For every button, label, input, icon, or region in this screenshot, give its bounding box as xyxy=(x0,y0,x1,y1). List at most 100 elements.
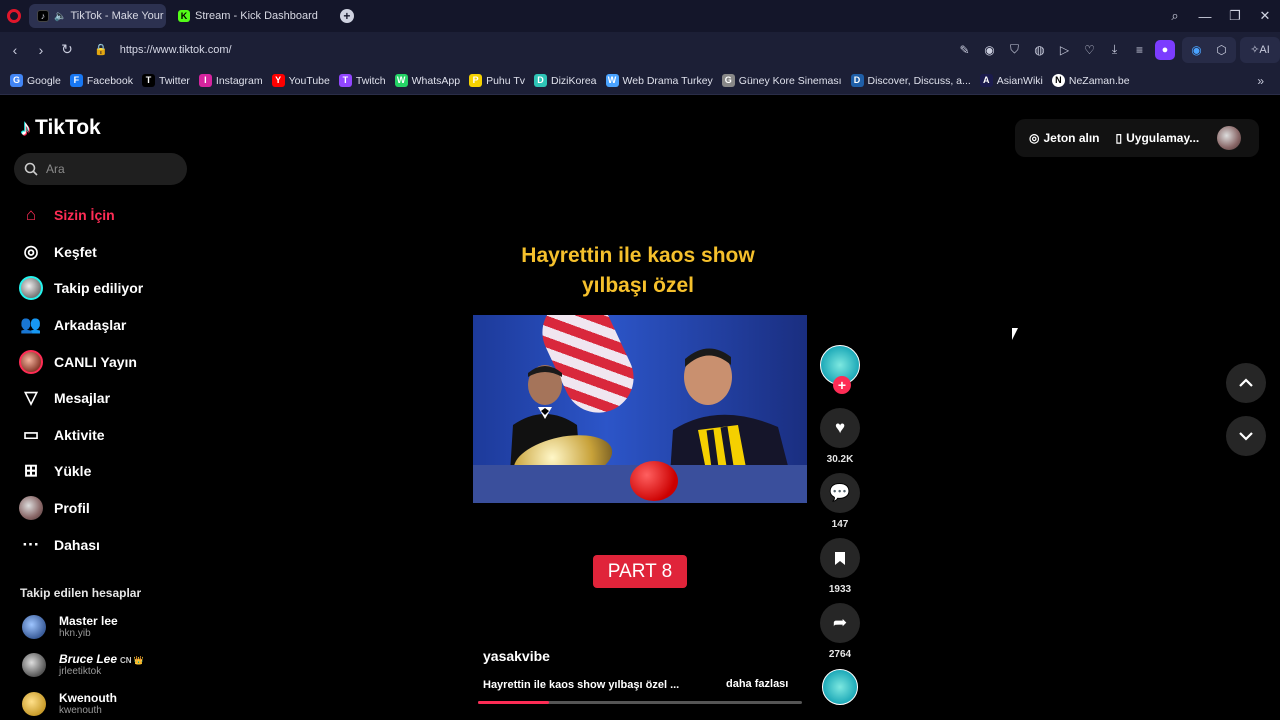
puhutv-icon: P xyxy=(469,74,483,87)
search-input[interactable] xyxy=(46,162,176,176)
bookmark-item[interactable]: T Twitch xyxy=(338,74,386,87)
video-frame[interactable] xyxy=(473,315,807,503)
sidebar-item-friends[interactable]: 👥 Arkadaşlar xyxy=(18,307,208,344)
sidebar-item-send[interactable]: ▽ Mesajlar xyxy=(18,380,208,417)
bookmark-item[interactable]: A AsianWiki xyxy=(979,74,1043,87)
bookmark-item[interactable]: W WhatsApp xyxy=(394,74,460,87)
user-avatar[interactable] xyxy=(1217,126,1242,150)
bookmark-item[interactable]: I Instagram xyxy=(198,74,263,87)
tab-tiktok[interactable]: ♪ 🔈 TikTok - Make Your Da xyxy=(29,4,166,28)
get-app-button[interactable]: ▯ Uygulamay... xyxy=(1116,131,1200,145)
red-balloon xyxy=(630,461,678,501)
tiktok-favicon-icon: ♪ xyxy=(37,10,49,22)
lock-icon[interactable]: 🔒 xyxy=(94,43,108,56)
bookmark-item[interactable]: G Google xyxy=(10,74,61,87)
extensions-group: ◉ ⬡ xyxy=(1182,36,1236,63)
sidebar-item-activity[interactable]: ▭ Aktivite xyxy=(18,417,208,454)
video-progress-fill xyxy=(478,701,550,704)
bookmark-item[interactable]: W Web Drama Turkey xyxy=(605,74,713,87)
save-action[interactable]: 1933 xyxy=(820,538,860,595)
search-tabs-icon[interactable]: ⌕ xyxy=(1160,8,1190,24)
chevron-down-icon xyxy=(1239,432,1253,441)
bookmark-item[interactable]: Y YouTube xyxy=(271,74,330,87)
sidebar-item-upload[interactable]: ⊞ Yükle xyxy=(18,453,208,490)
instagram-icon: I xyxy=(198,74,212,87)
sidebar-item-more[interactable]: ··· Dahası xyxy=(18,526,208,563)
url-field[interactable]: 🔒 https://www.tiktok.com/ xyxy=(94,43,232,57)
heart-icon[interactable]: ♥ xyxy=(820,408,860,448)
bookmark-item[interactable]: D DiziKorea xyxy=(534,74,597,87)
sidebar-item-live[interactable]: CANLI Yayın xyxy=(18,343,208,380)
vpn-icon[interactable]: ◍ xyxy=(1027,43,1052,57)
browser-tab-bar: ♪ 🔈 TikTok - Make Your Da K Stream - Kic… xyxy=(0,0,1280,32)
tiktok-logo[interactable]: ♪ TikTok xyxy=(20,115,101,141)
extensions-icon[interactable]: ⬡ xyxy=(1209,43,1234,57)
share-icon[interactable]: ➦ xyxy=(820,603,860,643)
bookmark-item[interactable]: D Discover, Discuss, a... xyxy=(850,74,971,87)
followed-account[interactable]: Master lee hkn.yib xyxy=(22,614,118,639)
bookmark-item[interactable]: F Facebook xyxy=(69,74,133,87)
bookmark-label: AsianWiki xyxy=(996,74,1043,87)
speaker-icon[interactable]: 🔈 xyxy=(54,11,66,22)
profile-icon[interactable]: ● xyxy=(1155,39,1175,60)
bookmark-item[interactable]: N NeZaman.be xyxy=(1051,74,1130,87)
creator-avatar[interactable]: + xyxy=(820,345,860,394)
aria-ai-icon[interactable]: ✧AI xyxy=(1242,43,1278,56)
camera-icon[interactable]: ◉ xyxy=(977,43,1002,57)
bookmark-label: Instagram xyxy=(215,74,263,87)
bookmark-label: Web Drama Turkey xyxy=(622,74,713,87)
top-right-bar: ◎ Jeton alın ▯ Uygulamay... xyxy=(1015,119,1259,157)
bookmark-item[interactable]: P Puhu Tv xyxy=(469,74,525,87)
previous-video-button[interactable] xyxy=(1226,363,1266,403)
nezaman-icon: N xyxy=(1051,74,1065,87)
next-video-button[interactable] xyxy=(1226,416,1266,456)
x-icon: T xyxy=(141,74,155,87)
account-name: Kwenouth xyxy=(59,691,117,705)
save-count: 1933 xyxy=(828,584,852,595)
tab-kick[interactable]: K Stream - Kick Dashboard xyxy=(170,4,326,28)
shazam-icon[interactable]: ◉ xyxy=(1184,43,1209,57)
heart-icon[interactable]: ♡ xyxy=(1077,43,1102,57)
sidebar-item-compass[interactable]: ◎ Keşfet xyxy=(18,234,208,271)
reload-icon[interactable]: ↻ xyxy=(54,41,80,58)
sidebar-item-label: Keşfet xyxy=(54,243,97,260)
minimize-icon[interactable]: — xyxy=(1190,9,1220,24)
close-icon[interactable]: ✕ xyxy=(1250,8,1280,24)
shield-icon[interactable]: ⛉ xyxy=(1002,42,1027,57)
bookmarks-overflow-icon[interactable]: » xyxy=(1257,74,1264,88)
edit-icon[interactable]: ✎ xyxy=(952,43,977,57)
player-icon[interactable]: ▷ xyxy=(1052,43,1077,57)
mouse-cursor xyxy=(1012,328,1018,340)
profile-avatar xyxy=(18,495,44,521)
followed-account[interactable]: Bruce Lee CN 👑 jrleetiktok xyxy=(22,652,144,677)
search-icon[interactable] xyxy=(24,162,38,176)
opera-menu-icon[interactable] xyxy=(7,9,21,23)
more-button[interactable]: daha fazlası xyxy=(726,678,788,690)
get-coins-button[interactable]: ◎ Jeton alın xyxy=(1029,131,1100,145)
sidebar-item-home[interactable]: ⌂ Sizin İçin xyxy=(18,197,208,234)
sidebar-item-following[interactable]: Takip ediliyor xyxy=(18,270,208,307)
ai-group: ✧AI xyxy=(1240,36,1280,63)
account-username: jrleetiktok xyxy=(59,666,102,677)
comment-action[interactable]: 💬 147 xyxy=(820,473,860,530)
forward-icon[interactable]: › xyxy=(28,42,54,58)
video-progress-bar[interactable] xyxy=(478,701,802,704)
like-action[interactable]: ♥ 30.2K xyxy=(820,408,860,465)
followed-account[interactable]: Kwenouth kwenouth xyxy=(22,691,117,716)
back-icon[interactable]: ‹ xyxy=(2,42,28,58)
follow-plus-icon[interactable]: + xyxy=(833,376,851,394)
bookmark-item[interactable]: G Güney Kore Sineması xyxy=(721,74,842,87)
new-tab-button[interactable]: + xyxy=(339,9,354,23)
music-disc-icon[interactable] xyxy=(822,669,858,705)
bookmark-icon[interactable] xyxy=(820,538,860,578)
restore-icon[interactable]: ❐ xyxy=(1220,8,1250,24)
share-action[interactable]: ➦ 2764 xyxy=(820,603,860,660)
sidebar-item-profile[interactable]: Profil xyxy=(18,490,208,527)
video-author[interactable]: yasakvibe xyxy=(483,648,550,664)
youtube-icon: Y xyxy=(271,74,285,87)
bookmark-item[interactable]: T Twitter xyxy=(141,74,190,87)
download-icon[interactable]: ⤓ xyxy=(1102,42,1127,57)
sidebar-item-label: Arkadaşlar xyxy=(54,317,127,334)
comment-icon[interactable]: 💬 xyxy=(820,473,860,513)
easy-setup-icon[interactable]: ≡ xyxy=(1127,43,1152,57)
